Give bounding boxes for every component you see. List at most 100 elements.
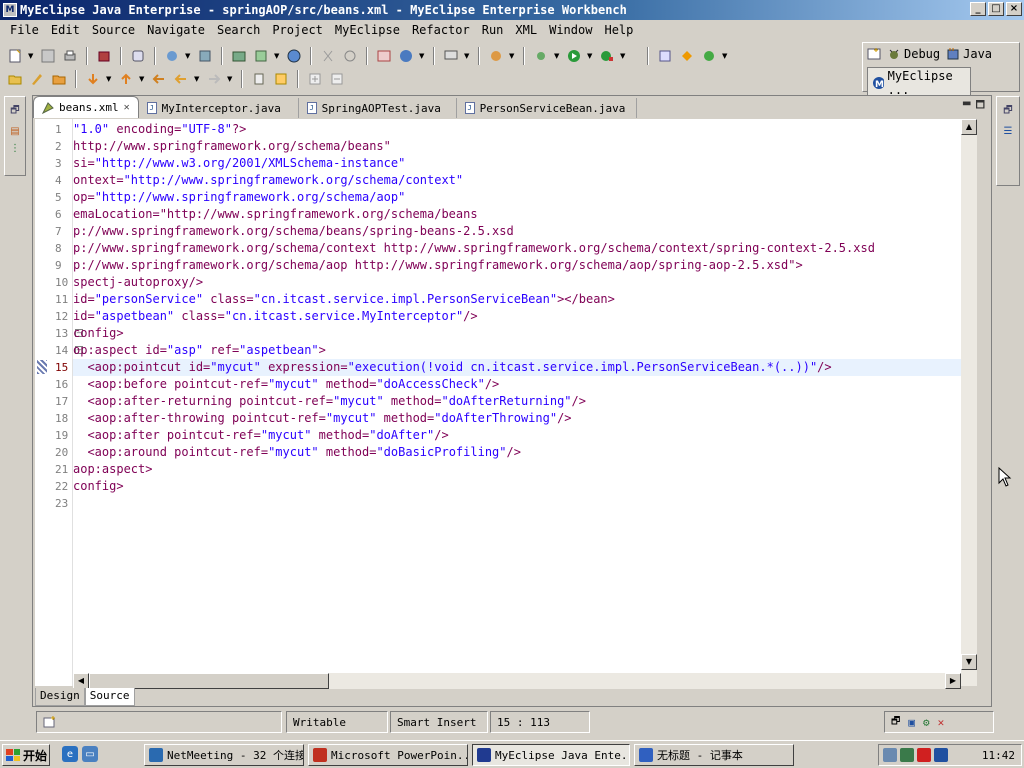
internet-explorer-icon[interactable]: e (62, 746, 78, 762)
chevron-down-icon[interactable]: ▼ (227, 75, 234, 83)
external-tools-icon[interactable] (598, 47, 616, 65)
prev-annotation-icon[interactable] (117, 70, 135, 88)
run-icon[interactable] (565, 47, 583, 65)
code-line[interactable]: <aop:before pointcut-ref="mycut" method=… (73, 376, 499, 393)
problems-icon[interactable]: ✕ (938, 716, 945, 729)
restore-icon[interactable]: 🗗 (1003, 103, 1012, 120)
minimize-view-icon[interactable]: ▬ (962, 98, 971, 115)
menu-help[interactable]: Help (598, 23, 639, 37)
chevron-down-icon[interactable]: ▼ (620, 52, 627, 60)
pencil-icon[interactable] (28, 70, 46, 88)
network-icon[interactable] (883, 748, 897, 762)
new-project-icon[interactable] (375, 47, 393, 65)
volume-icon[interactable] (900, 748, 914, 762)
tab-source[interactable]: Source (84, 688, 135, 706)
close-tab-icon[interactable]: ✕ (124, 102, 130, 113)
outline-icon[interactable]: ☰ (1004, 126, 1013, 137)
code-line[interactable]: <aop:after-throwing pointcut-ref="mycut"… (73, 410, 571, 427)
horizontal-scrollbar[interactable]: ◀ ▶ (73, 673, 961, 689)
code-line[interactable]: id="personService" class="cn.itcast.serv… (73, 291, 615, 308)
scroll-left-button[interactable]: ◀ (73, 673, 89, 689)
cut-icon[interactable] (319, 47, 337, 65)
maximize-view-icon[interactable]: 🗖 (976, 98, 986, 115)
code-line[interactable]: <aop:around pointcut-ref="mycut" method=… (73, 444, 521, 461)
chevron-down-icon[interactable]: ▼ (106, 75, 113, 83)
chevron-down-icon[interactable]: ▼ (554, 52, 561, 60)
chevron-down-icon[interactable]: ▼ (587, 52, 594, 60)
horizontal-scroll-thumb[interactable] (89, 673, 329, 689)
vertical-scrollbar[interactable]: ▲ ▼ (961, 119, 977, 686)
save-icon[interactable] (39, 47, 57, 65)
menu-window[interactable]: Window (543, 23, 598, 37)
antivirus-icon[interactable] (917, 748, 931, 762)
print-icon[interactable] (61, 47, 79, 65)
tools-icon[interactable] (487, 47, 505, 65)
code-line[interactable]: config> (73, 478, 124, 495)
open-folder-icon[interactable] (6, 70, 24, 88)
tab-personservicebean-java[interactable]: J PersonServiceBean.java (457, 98, 637, 118)
open-resource-icon[interactable] (252, 47, 270, 65)
menu-project[interactable]: Project (266, 23, 329, 37)
restore-icon[interactable]: 🗗 (891, 714, 900, 731)
menu-file[interactable]: File (4, 23, 45, 37)
chevron-down-icon[interactable]: ▼ (274, 52, 281, 60)
refresh-icon[interactable] (341, 47, 359, 65)
input-method-icon[interactable] (934, 748, 948, 762)
package-icon[interactable] (95, 47, 113, 65)
menu-navigate[interactable]: Navigate (141, 23, 211, 37)
taskbar-myeclipse[interactable]: MyEclipse Java Ente... (472, 744, 630, 766)
tab-springaoptest-java[interactable]: J SpringAOPTest.java (299, 98, 457, 118)
menu-edit[interactable]: Edit (45, 23, 86, 37)
new-package-icon[interactable] (678, 47, 696, 65)
code-line[interactable]: <aop:pointcut id="mycut" expression="exe… (73, 359, 961, 376)
scroll-right-button[interactable]: ▶ (945, 673, 961, 689)
chevron-down-icon[interactable]: ▼ (139, 75, 146, 83)
tab-beans-xml[interactable]: beans.xml ✕ (33, 96, 139, 118)
taskbar-notepad[interactable]: 无标题 - 记事本 (634, 744, 794, 766)
code-line[interactable]: aop:aspect> (73, 461, 152, 478)
menu-search[interactable]: Search (211, 23, 266, 37)
console-icon[interactable]: ▣ (908, 716, 915, 729)
open-type-icon[interactable] (230, 47, 248, 65)
maximize-button[interactable]: □ (988, 2, 1004, 16)
monitor-icon[interactable] (442, 47, 460, 65)
back-icon[interactable] (172, 70, 190, 88)
new-interface-icon[interactable] (700, 47, 718, 65)
deploy-icon[interactable] (196, 47, 214, 65)
servers-icon[interactable]: ⚙ (923, 716, 930, 729)
new-file-icon[interactable] (6, 47, 24, 65)
hierarchy-icon[interactable]: ⋮ (10, 143, 20, 154)
code-line[interactable]: op="http://www.springframework.org/schem… (73, 189, 405, 206)
tab-myinterceptor-java[interactable]: J MyInterceptor.java (139, 98, 299, 118)
fast-view-icon[interactable] (43, 715, 57, 729)
show-whitespace-icon[interactable] (272, 70, 290, 88)
code-line[interactable]: "1.0" encoding="UTF-8"?> (73, 121, 246, 138)
scroll-down-button[interactable]: ▼ (961, 654, 977, 670)
code-editor[interactable]: 1 2 3 4 5 6 7 8 9 10 11 12 13−14−15 16 17 18 19 20 21 22 23 … (35, 119, 961, 686)
chevron-down-icon[interactable]: ▼ (28, 52, 35, 60)
code-line[interactable]: <aop:after pointcut-ref="mycut" method="… (73, 427, 448, 444)
taskbar-netmeeting[interactable]: NetMeeting - 32 个连接 (144, 744, 304, 766)
menu-source[interactable]: Source (86, 23, 141, 37)
show-desktop-icon[interactable]: ▭ (82, 746, 98, 762)
toggle-mark-icon[interactable] (250, 70, 268, 88)
code-line[interactable]: si="http://www.w3.org/2001/XMLSchema-ins… (73, 155, 405, 172)
forward-icon[interactable] (205, 70, 223, 88)
code-line[interactable]: spectj-autoproxy/> (73, 274, 203, 291)
debug-perspective-button[interactable]: Debug (887, 47, 940, 61)
code-line[interactable]: id="aspetbean" class="cn.itcast.service.… (73, 308, 478, 325)
chevron-down-icon[interactable]: ▼ (464, 52, 471, 60)
menu-refactor[interactable]: Refactor (406, 23, 476, 37)
package-explorer-icon[interactable]: ▤ (10, 126, 19, 137)
chevron-down-icon[interactable]: ▼ (194, 75, 201, 83)
java-perspective-button[interactable]: Java (946, 47, 992, 61)
expand-all-icon[interactable] (306, 70, 324, 88)
scroll-up-button[interactable]: ▲ (961, 119, 977, 135)
code-line[interactable]: p://www.springframework.org/schema/conte… (73, 240, 875, 257)
taskbar-powerpoint[interactable]: Microsoft PowerPoin... (308, 744, 468, 766)
code-line[interactable]: op:aspect id="asp" ref="aspetbean"> (73, 342, 326, 359)
restore-icon[interactable]: 🗗 (10, 103, 19, 120)
debug-icon[interactable] (532, 47, 550, 65)
code-line[interactable]: p://www.springframework.org/schema/aop h… (73, 257, 803, 274)
last-edit-icon[interactable] (150, 70, 168, 88)
